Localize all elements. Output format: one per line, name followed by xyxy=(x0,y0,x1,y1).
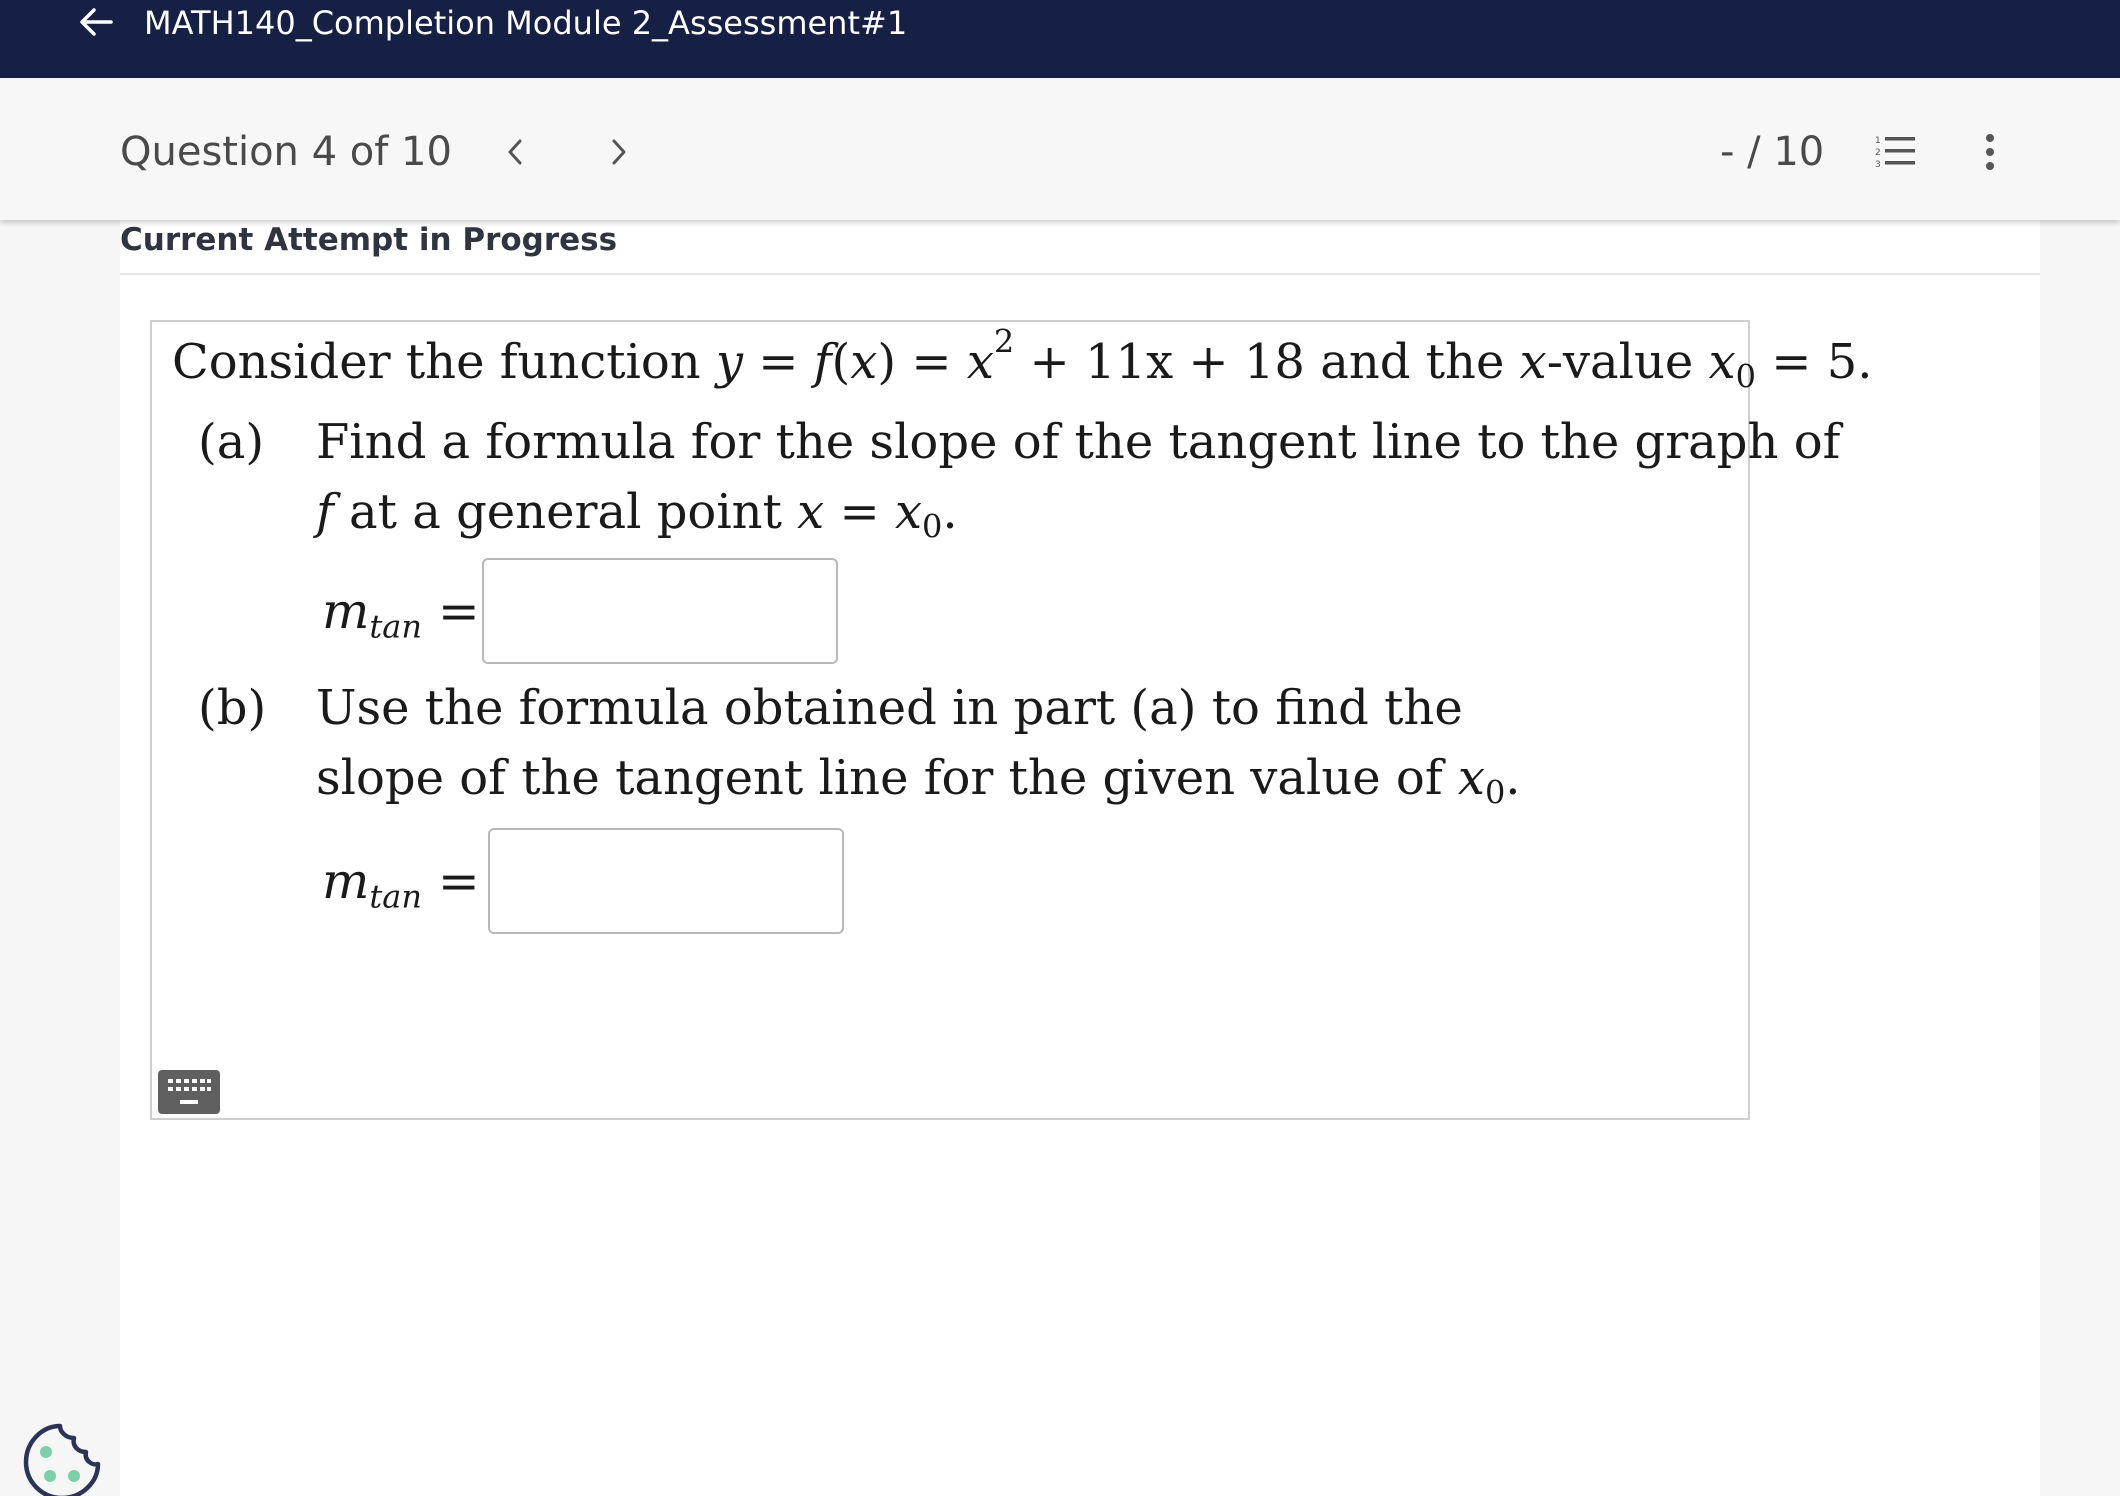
divider xyxy=(120,273,2040,275)
part-a-answer-label: mtan = xyxy=(322,582,480,646)
keyboard-icon xyxy=(168,1079,211,1104)
math-keyboard-button[interactable] xyxy=(158,1070,220,1114)
part-b-text-line1: Use the formula obtained in part (a) to … xyxy=(316,680,1463,736)
more-vertical-icon xyxy=(1986,134,1994,170)
part-b-label: (b) xyxy=(198,680,267,736)
cookie-settings-button[interactable] xyxy=(20,1420,110,1496)
part-a-text-line1: Find a formula for the slope of the tang… xyxy=(316,414,1841,470)
chevron-left-icon xyxy=(508,139,522,165)
part-a-text-line2: f at a general point x = x0. xyxy=(316,484,958,546)
svg-text:2: 2 xyxy=(1875,148,1881,158)
numbered-list-icon: 1 2 3 xyxy=(1875,136,1915,170)
attempt-status: Current Attempt in Progress xyxy=(120,222,618,258)
score-display: - / 10 xyxy=(1720,129,1825,175)
question-list-button[interactable]: 1 2 3 xyxy=(1870,126,1922,178)
assessment-title: MATH140_Completion Module 2_Assessment#1 xyxy=(144,4,908,42)
part-b-answer-input[interactable] xyxy=(488,828,844,934)
svg-text:3: 3 xyxy=(1875,160,1881,170)
question-counter: Question 4 of 10 xyxy=(120,129,452,175)
svg-text:1: 1 xyxy=(1875,136,1881,146)
part-a-label: (a) xyxy=(198,414,265,470)
main-content: Current Attempt in Progress Consider the… xyxy=(120,220,2040,1496)
next-question-button[interactable] xyxy=(591,124,647,180)
chevron-right-icon xyxy=(612,139,626,165)
previous-question-button[interactable] xyxy=(487,124,543,180)
question-bar: Question 4 of 10 - / 10 1 2 3 xyxy=(0,78,2120,220)
question-intro: Consider the function y = f(x) = x2 + 11… xyxy=(172,322,1873,396)
part-a-answer-input[interactable] xyxy=(482,558,838,664)
cookie-icon xyxy=(23,1423,101,1496)
top-bar: MATH140_Completion Module 2_Assessment#1 xyxy=(0,0,2120,78)
part-b-answer-label: mtan = xyxy=(322,852,480,916)
arrow-left-icon xyxy=(80,8,113,36)
question-box: Consider the function y = f(x) = x2 + 11… xyxy=(150,320,1873,1120)
back-button[interactable] xyxy=(76,2,116,42)
more-options-button[interactable] xyxy=(1964,126,2016,178)
part-b-text-line2: slope of the tangent line for the given … xyxy=(316,750,1521,812)
